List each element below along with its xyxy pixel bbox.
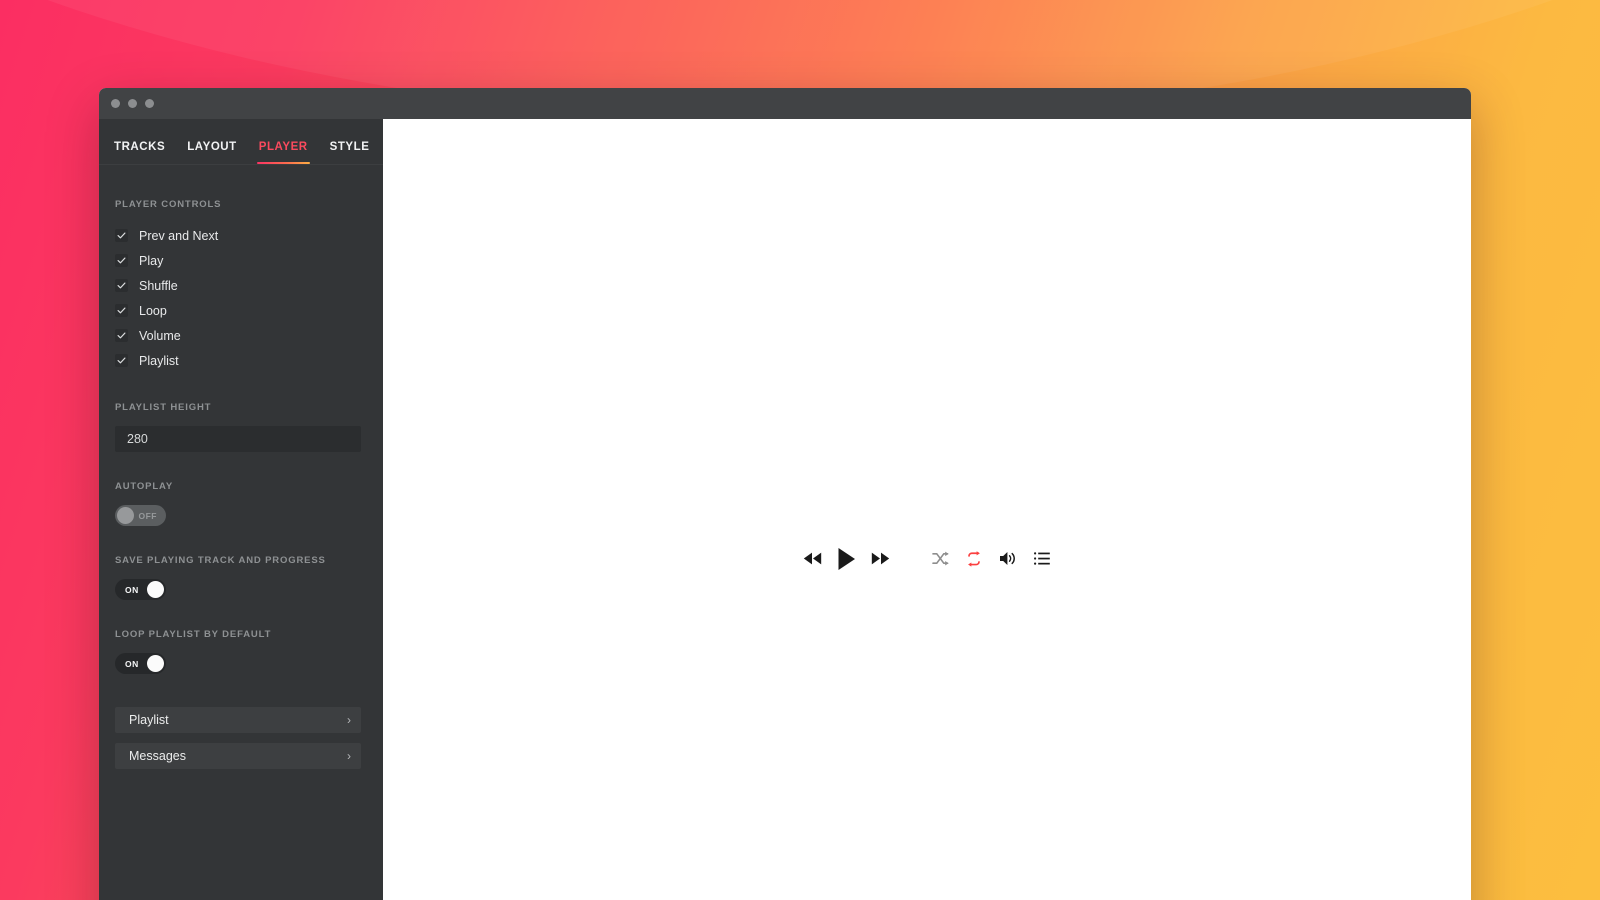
- loop-playlist-toggle-state: ON: [125, 658, 139, 669]
- forward-icon: [871, 551, 890, 571]
- checkbox-label: Shuffle: [139, 278, 178, 293]
- checkbox-row-play[interactable]: Play: [115, 248, 364, 273]
- tab-tracks[interactable]: TRACKS: [114, 141, 165, 164]
- page-root: TRACKS LAYOUT PLAYER STYLE PLAYER CONTRO…: [0, 0, 1600, 900]
- save-progress-toggle[interactable]: ON: [115, 579, 166, 600]
- rewind-icon: [803, 551, 822, 571]
- check-icon: [115, 229, 128, 242]
- check-icon: [115, 354, 128, 367]
- checkbox-row-prev-and-next[interactable]: Prev and Next: [115, 223, 364, 248]
- checkbox-row-volume[interactable]: Volume: [115, 323, 364, 348]
- player-controls-list: Prev and Next Play Shuffle Loop Volume P…: [115, 223, 364, 373]
- autoplay-toggle-state: OFF: [138, 510, 157, 521]
- preview-canvas: [383, 119, 1471, 900]
- tab-layout[interactable]: LAYOUT: [187, 141, 237, 164]
- nav-button-playlist[interactable]: Playlist ›: [115, 707, 361, 733]
- toggle-knob: [147, 655, 164, 672]
- shuffle-icon: [931, 551, 949, 571]
- toggle-knob: [147, 581, 164, 598]
- tab-bar: TRACKS LAYOUT PLAYER STYLE: [99, 119, 383, 165]
- check-icon: [115, 254, 128, 267]
- close-dot[interactable]: [111, 99, 120, 108]
- autoplay-group: AUTOPLAY OFF: [115, 481, 364, 526]
- nav-button-list: Playlist › Messages ›: [115, 707, 364, 769]
- playlist-height-heading: PLAYLIST HEIGHT: [115, 402, 212, 413]
- app-window: TRACKS LAYOUT PLAYER STYLE PLAYER CONTRO…: [99, 88, 1471, 900]
- checkbox-label: Prev and Next: [139, 228, 219, 243]
- minimize-dot[interactable]: [128, 99, 137, 108]
- volume-icon: [999, 551, 1017, 571]
- list-icon: [1034, 552, 1050, 570]
- autoplay-toggle[interactable]: OFF: [115, 505, 166, 526]
- nav-button-messages[interactable]: Messages ›: [115, 743, 361, 769]
- checkbox-row-shuffle[interactable]: Shuffle: [115, 273, 364, 298]
- playlist-button[interactable]: [1028, 547, 1056, 575]
- checkbox-label: Volume: [139, 328, 181, 343]
- next-button[interactable]: [866, 547, 894, 575]
- play-button[interactable]: [826, 541, 866, 581]
- audio-player-controls: [798, 541, 1056, 581]
- save-progress-toggle-state: ON: [125, 584, 139, 595]
- save-progress-group: SAVE PLAYING TRACK AND PROGRESS ON: [115, 555, 364, 600]
- checkbox-label: Playlist: [139, 353, 179, 368]
- loop-playlist-group: LOOP PLAYLIST BY DEFAULT ON: [115, 629, 364, 674]
- player-settings-panel: PLAYER CONTROLS Prev and Next Play Shuff…: [99, 165, 383, 769]
- chevron-right-icon: ›: [347, 713, 351, 727]
- save-progress-heading: SAVE PLAYING TRACK AND PROGRESS: [115, 555, 326, 566]
- playlist-height-group: PLAYLIST HEIGHT: [115, 402, 364, 452]
- tab-player[interactable]: PLAYER: [256, 141, 310, 164]
- tab-style[interactable]: STYLE: [330, 141, 370, 164]
- window-titlebar: [99, 88, 1471, 119]
- loop-playlist-heading: LOOP PLAYLIST BY DEFAULT: [115, 629, 272, 640]
- toggle-knob: [117, 507, 134, 524]
- checkbox-row-playlist[interactable]: Playlist: [115, 348, 364, 373]
- nav-button-label: Playlist: [129, 713, 169, 727]
- autoplay-heading: AUTOPLAY: [115, 481, 174, 492]
- repeat-icon: [966, 550, 982, 572]
- play-icon: [837, 547, 856, 576]
- check-icon: [115, 279, 128, 292]
- window-body: TRACKS LAYOUT PLAYER STYLE PLAYER CONTRO…: [99, 119, 1471, 900]
- chevron-right-icon: ›: [347, 749, 351, 763]
- check-icon: [115, 329, 128, 342]
- playlist-height-input[interactable]: [115, 426, 361, 452]
- nav-button-label: Messages: [129, 749, 186, 763]
- player-controls-heading: PLAYER CONTROLS: [115, 199, 222, 210]
- maximize-dot[interactable]: [145, 99, 154, 108]
- checkbox-label: Loop: [139, 303, 167, 318]
- checkbox-row-loop[interactable]: Loop: [115, 298, 364, 323]
- loop-playlist-toggle[interactable]: ON: [115, 653, 166, 674]
- prev-button[interactable]: [798, 547, 826, 575]
- settings-sidebar: TRACKS LAYOUT PLAYER STYLE PLAYER CONTRO…: [99, 119, 383, 900]
- checkbox-label: Play: [139, 253, 164, 268]
- volume-button[interactable]: [994, 547, 1022, 575]
- repeat-button[interactable]: [960, 547, 988, 575]
- check-icon: [115, 304, 128, 317]
- shuffle-button[interactable]: [926, 547, 954, 575]
